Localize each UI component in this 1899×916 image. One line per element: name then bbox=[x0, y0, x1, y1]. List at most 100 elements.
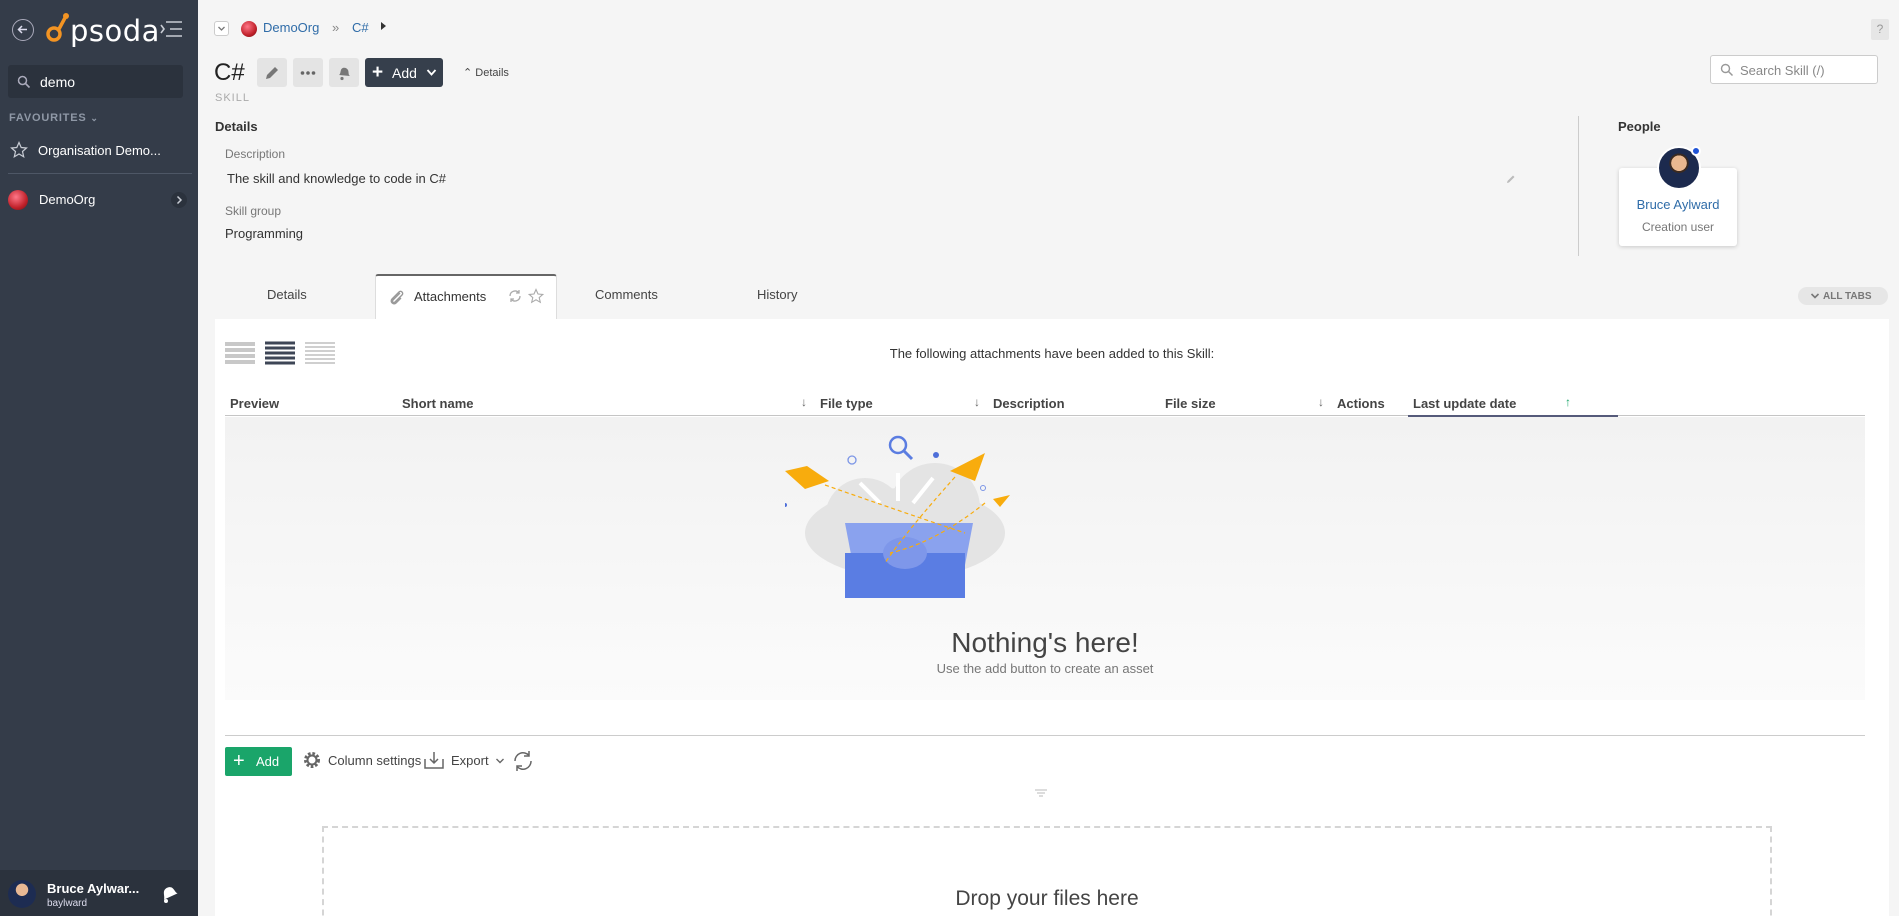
page-title: C# bbox=[214, 59, 245, 86]
resize-handle-icon[interactable] bbox=[1035, 789, 1047, 797]
breadcrumb-toggle[interactable] bbox=[214, 21, 229, 36]
plus-icon: + bbox=[372, 62, 384, 83]
main-content: DemoOrg » C# ? C# SKILL + Add ⌃ Details … bbox=[198, 0, 1899, 916]
online-status-icon bbox=[1691, 146, 1701, 156]
tab-attachments[interactable]: Attachments bbox=[375, 274, 557, 320]
search-icon bbox=[1720, 63, 1734, 77]
edit-button[interactable] bbox=[257, 58, 287, 87]
pencil-icon[interactable] bbox=[1506, 174, 1516, 184]
person-name[interactable]: Bruce Aylward bbox=[1619, 197, 1737, 212]
tab-comments[interactable]: Comments bbox=[595, 287, 658, 302]
chevron-down-icon bbox=[496, 758, 504, 764]
empty-state-title: Nothing's here! bbox=[951, 627, 1139, 658]
bell-icon[interactable] bbox=[158, 883, 180, 905]
column-preview[interactable]: Preview bbox=[230, 396, 279, 411]
help-button[interactable]: ? bbox=[1871, 19, 1889, 40]
tab-history[interactable]: History bbox=[757, 287, 797, 302]
favourites-heading[interactable]: FAVOURITES ⌄ bbox=[9, 112, 99, 124]
empty-state: Nothing's here! Use the add button to cr… bbox=[225, 417, 1865, 700]
back-button[interactable] bbox=[12, 19, 34, 41]
all-tabs-button[interactable]: ALL TABS bbox=[1798, 287, 1888, 305]
details-toggle[interactable]: ⌃ Details bbox=[463, 66, 509, 79]
breadcrumb-expand-icon[interactable] bbox=[381, 22, 386, 30]
all-tabs-label: ALL TABS bbox=[1823, 291, 1872, 302]
sidebar-search-value: demo bbox=[40, 74, 76, 90]
attachments-table-header: Preview Short name ↓ File type ↓ Descrip… bbox=[225, 389, 1865, 417]
export-button[interactable]: Export bbox=[423, 750, 504, 773]
arrow-left-icon bbox=[17, 25, 27, 34]
add-attachment-button[interactable]: + Add bbox=[225, 747, 292, 776]
table-footer-divider bbox=[225, 735, 1865, 736]
sidebar-search[interactable]: demo bbox=[8, 65, 183, 98]
column-settings-button[interactable]: Column settings bbox=[302, 750, 421, 773]
chevron-down-icon bbox=[218, 26, 225, 31]
column-description[interactable]: Description bbox=[993, 396, 1065, 411]
star-outline-icon bbox=[10, 141, 28, 159]
sort-arrow-icon[interactable]: ↓ bbox=[974, 395, 980, 409]
chevron-up-icon: ⌃ bbox=[463, 67, 473, 79]
add-attachment-label: Add bbox=[256, 754, 280, 769]
star-outline-icon[interactable] bbox=[528, 288, 544, 304]
tab-details[interactable]: Details bbox=[267, 287, 307, 302]
user-login: baylward bbox=[47, 898, 88, 909]
sort-arrow-icon[interactable]: ↓ bbox=[1318, 395, 1324, 409]
page-type-label: SKILL bbox=[215, 92, 250, 104]
gear-icon bbox=[304, 752, 320, 768]
sidebar-org-item[interactable]: DemoOrg bbox=[0, 188, 198, 212]
drop-zone-label: Drop your files here bbox=[955, 887, 1139, 910]
chevron-down-icon bbox=[1810, 293, 1820, 299]
download-icon bbox=[424, 752, 444, 769]
pencil-icon bbox=[266, 67, 278, 79]
org-logo-icon bbox=[241, 21, 257, 37]
chevron-down-icon: ⌄ bbox=[90, 113, 99, 123]
collapse-menu-icon[interactable] bbox=[160, 20, 184, 38]
file-drop-zone[interactable]: Drop your files here bbox=[322, 826, 1772, 916]
user-name: Bruce Aylwar... bbox=[47, 881, 140, 896]
search-icon bbox=[17, 75, 31, 89]
psoda-logo[interactable]: psoda bbox=[46, 12, 160, 48]
tab-attachments-label: Attachments bbox=[414, 289, 487, 304]
column-file-size[interactable]: File size bbox=[1165, 396, 1216, 411]
export-label: Export bbox=[451, 753, 489, 768]
add-button[interactable]: + Add bbox=[365, 58, 443, 87]
chevron-right-icon[interactable] bbox=[171, 192, 187, 208]
empty-state-subtitle: Use the add button to create an asset bbox=[936, 661, 1154, 676]
column-short-name[interactable]: Short name bbox=[402, 396, 474, 411]
favourite-item[interactable]: Organisation Demo... bbox=[0, 138, 198, 162]
paperclip-icon bbox=[390, 290, 404, 305]
watch-button[interactable] bbox=[329, 58, 359, 87]
sidebar-org-label: DemoOrg bbox=[39, 192, 96, 207]
chevron-down-icon bbox=[426, 69, 437, 76]
refresh-icon[interactable] bbox=[512, 750, 534, 772]
more-icon bbox=[300, 71, 316, 75]
column-file-type[interactable]: File type bbox=[820, 396, 873, 411]
sort-arrow-icon[interactable]: ↓ bbox=[801, 395, 807, 409]
description-value[interactable]: The skill and knowledge to code in C# bbox=[227, 171, 446, 186]
favourite-item-label: Organisation Demo... bbox=[38, 143, 161, 158]
person-role: Creation user bbox=[1641, 220, 1715, 234]
skill-group-value[interactable]: Programming bbox=[225, 226, 303, 241]
sort-asc-icon[interactable]: ↑ bbox=[1565, 395, 1571, 409]
breadcrumb-current[interactable]: C# bbox=[352, 20, 369, 35]
sidebar-divider bbox=[8, 173, 192, 174]
bell-icon bbox=[339, 67, 350, 81]
refresh-icon[interactable] bbox=[508, 289, 522, 303]
breadcrumb-org[interactable]: DemoOrg bbox=[263, 20, 319, 35]
org-logo-icon bbox=[8, 190, 28, 210]
empty-inbox-illustration bbox=[785, 435, 1010, 598]
more-button[interactable] bbox=[293, 58, 323, 87]
skill-group-label: Skill group bbox=[225, 204, 282, 218]
attachments-panel: The following attachments have been adde… bbox=[215, 319, 1889, 916]
column-actions[interactable]: Actions bbox=[1337, 396, 1385, 411]
search-skill-input[interactable]: Search Skill (/) bbox=[1710, 55, 1878, 84]
logo-mark-icon bbox=[46, 12, 70, 42]
breadcrumb-separator: » bbox=[332, 20, 340, 35]
logo-text: psoda bbox=[70, 14, 160, 48]
column-last-update-date[interactable]: Last update date bbox=[1413, 396, 1516, 411]
sidebar: psoda demo FAVOURITES ⌄ Organisation Dem… bbox=[0, 0, 198, 916]
sidebar-header: psoda bbox=[0, 0, 198, 60]
column-settings-label: Column settings bbox=[328, 753, 422, 768]
people-heading: People bbox=[1618, 119, 1661, 134]
search-skill-placeholder: Search Skill (/) bbox=[1740, 63, 1825, 78]
user-panel[interactable]: Bruce Aylwar... baylward bbox=[0, 870, 198, 916]
